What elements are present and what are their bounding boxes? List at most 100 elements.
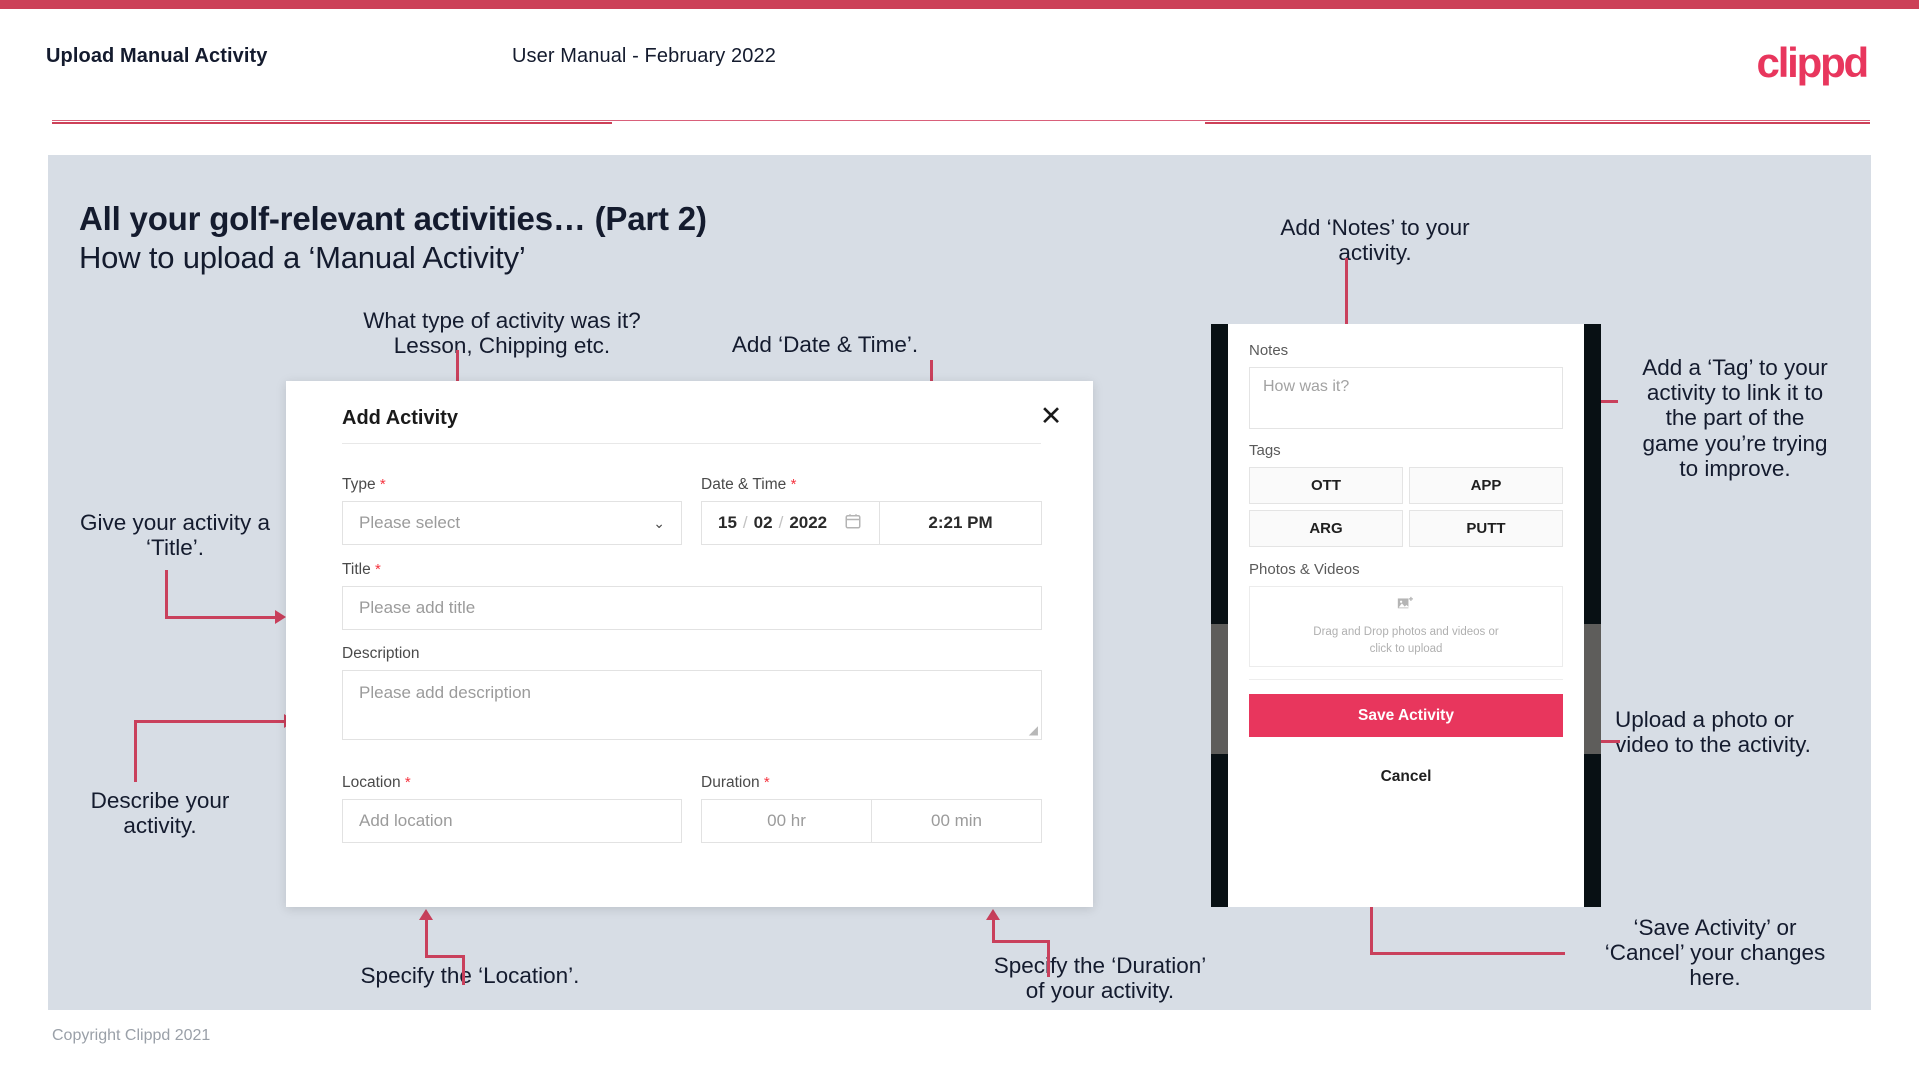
datetime-label: Date & Time * [701,476,797,493]
title-label: Title * [342,561,381,578]
description-field-group: Description Please add description ◢ [342,645,1042,740]
slide-title: All your golf-relevant activities… (Part… [79,200,707,237]
required-marker: * [790,476,797,493]
annotation-loc-line-v2 [425,918,428,957]
time-input[interactable]: 2:21 PM [880,502,1041,544]
required-marker: * [379,476,386,493]
required-marker: * [763,774,770,791]
annotation-datetime: Add ‘Date & Time’. [731,332,919,357]
date-day: 15 [718,513,737,532]
date-sep-1: / [742,513,748,532]
phone-bezel-left [1211,324,1228,907]
phone-divider [1249,679,1563,680]
top-accent-bar [0,0,1919,9]
annotation-duration: Specify the ‘Duration’ of your activity. [993,953,1207,1004]
annotation-dur-line-v2 [992,918,995,942]
annotation-title-line-v [165,570,168,617]
calendar-icon[interactable] [844,512,862,535]
slide-subtitle: How to upload a ‘Manual Activity’ [79,240,526,275]
type-datetime-row: Type * Please select ⌄ Date & Time * 15 … [342,476,1042,545]
add-image-icon [1396,596,1416,619]
annotation-type: What type of activity was it? Lesson, Ch… [363,308,641,359]
required-marker: * [375,561,381,578]
duration-minutes-input[interactable]: 00 min [871,800,1041,842]
location-input[interactable]: Add location [342,799,682,843]
cancel-button[interactable]: Cancel [1249,757,1563,797]
dropzone-text: Drag and Drop photos and videos or click… [1313,624,1498,657]
save-activity-button[interactable]: Save Activity [1249,694,1563,737]
dialog-title: Add Activity [342,407,458,429]
tag-button-ott[interactable]: OTT [1249,467,1403,504]
annotation-save-line-h [1370,952,1565,955]
annotation-dur-line-v [1047,940,1050,977]
tag-button-arg[interactable]: ARG [1249,510,1403,547]
annotation-desc-line-v [134,720,137,782]
chevron-down-icon: ⌄ [653,514,665,531]
duration-input-group: 00 hr 00 min [701,799,1042,843]
required-marker: * [404,774,411,791]
annotation-notes-line-v [1345,258,1348,330]
date-month: 02 [753,513,773,532]
header-divider-thin [52,120,1870,121]
tags-grid: OTT APP ARG PUTT [1249,467,1563,547]
duration-field-group: Duration * 00 hr 00 min [701,774,1042,843]
location-label: Location * [342,774,411,791]
annotation-title-arrow [275,610,286,624]
duration-hours-input[interactable]: 00 hr [702,800,871,842]
phone-screen: Notes How was it? Tags OTT APP ARG PUTT … [1228,324,1584,907]
annotation-tag: Add a ‘Tag’ to your activity to link it … [1642,355,1828,481]
annotation-notes: Add ‘Notes’ to your activity. [1280,215,1470,266]
header-divider-right [1205,122,1870,124]
description-textarea[interactable]: Please add description ◢ [342,670,1042,740]
notes-textarea[interactable]: How was it? [1249,367,1563,429]
annotation-dur-arrow [986,909,1000,920]
date-sep-2: / [778,513,784,532]
description-placeholder: Please add description [359,683,532,702]
photos-videos-label: Photos & Videos [1249,561,1360,578]
datetime-field-group: Date & Time * 15 / 02 / 2022 2:21 PM [701,476,1042,545]
page-title: Upload Manual Activity [46,45,268,67]
dialog-header: Add Activity ✕ [286,381,1093,443]
title-field-group: Title * Please add title [342,561,1042,630]
dropzone-line-2: click to upload [1369,642,1443,655]
annotation-loc-line-h [425,955,465,958]
type-select-value: Please select [359,513,461,532]
description-label: Description [342,645,420,662]
add-activity-dialog: Add Activity ✕ Type * Please select ⌄ Da… [286,381,1093,907]
annotation-location: Specify the ‘Location’. [360,963,580,988]
tag-button-app[interactable]: APP [1409,467,1563,504]
annotation-dur-line-h [992,940,1050,943]
phone-volume-button-right [1584,624,1601,754]
type-label: Type * [342,476,386,493]
notes-label: Notes [1249,342,1289,359]
phone-bezel-right [1584,324,1601,907]
clippd-logo: clippd [1756,39,1870,86]
date-year: 2022 [789,513,828,532]
dialog-divider [342,443,1041,444]
annotation-loc-line-v [462,955,465,985]
location-duration-row: Location * Add location Duration * 00 hr… [342,774,1042,843]
annotation-title-line-h [165,616,277,619]
date-input[interactable]: 15 / 02 / 2022 [702,502,880,544]
resize-grip-icon[interactable]: ◢ [1029,723,1038,737]
close-icon[interactable]: ✕ [1035,401,1067,433]
annotation-loc-arrow [419,909,433,920]
dropzone-line-1: Drag and Drop photos and videos or [1313,625,1499,638]
tags-label: Tags [1249,442,1281,459]
header-divider [52,122,612,124]
type-field-group: Type * Please select ⌄ [342,476,682,545]
tag-button-putt[interactable]: PUTT [1409,510,1563,547]
footer-copyright: Copyright Clippd 2021 [52,1027,211,1044]
annotation-title: Give your activity a ‘Title’. [79,510,271,561]
annotation-description: Describe your activity. [90,788,230,839]
title-input[interactable]: Please add title [342,586,1042,630]
phone-volume-button-left [1211,624,1228,754]
duration-label: Duration * [701,774,770,791]
slide-page: Upload Manual Activity User Manual - Feb… [0,0,1919,1079]
location-field-group: Location * Add location [342,774,682,843]
type-select[interactable]: Please select ⌄ [342,501,682,545]
header-subtitle: User Manual - February 2022 [512,45,776,67]
photo-dropzone[interactable]: Drag and Drop photos and videos or click… [1249,586,1563,667]
annotation-desc-line-h [134,720,286,723]
annotation-save: ‘Save Activity’ or ‘Cancel’ your changes… [1604,915,1826,991]
